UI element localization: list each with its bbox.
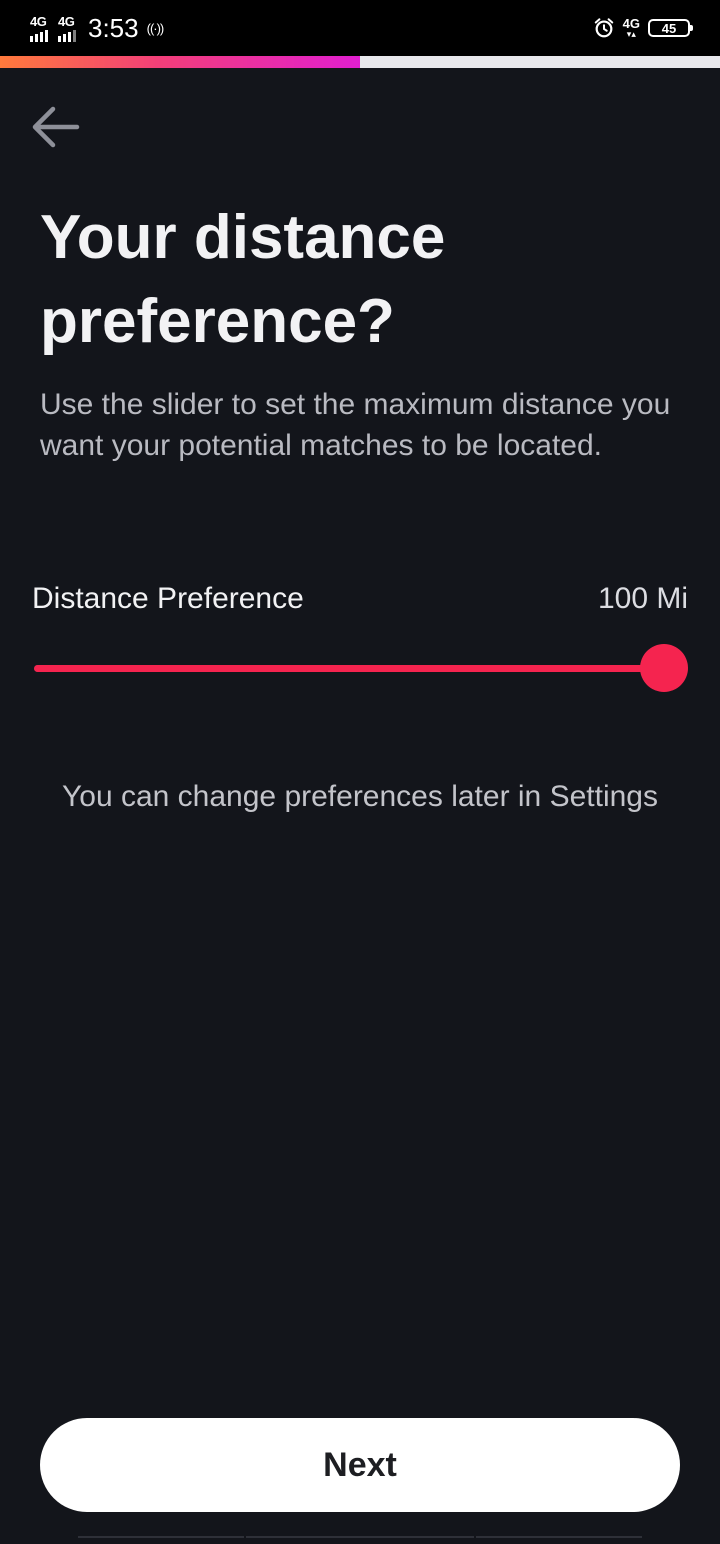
next-button[interactable]: Next <box>40 1418 680 1512</box>
keyboard-hint-divider <box>246 1536 474 1538</box>
network-type-1: 4G <box>30 13 47 29</box>
keyboard-hint-divider <box>476 1536 642 1538</box>
status-bar-left: 4G 4G 3:53 ((·)) <box>30 8 165 48</box>
signal-icon: 4G <box>58 15 76 42</box>
distance-slider[interactable] <box>34 644 688 692</box>
page-subtitle: Use the slider to set the maximum distan… <box>40 388 671 462</box>
signal-icon: 4G <box>30 15 48 42</box>
status-bar-right: 4G ▾▴ 45 <box>593 8 693 48</box>
data-arrows: ▾▴ <box>626 28 636 39</box>
hotspot-icon: ((·)) <box>146 20 165 36</box>
battery-level: 45 <box>661 20 677 36</box>
slider-value: 100 Mi <box>597 582 688 615</box>
alarm-icon <box>594 18 613 38</box>
onboarding-progress-bar <box>0 56 720 68</box>
progress-bar-fill <box>0 56 360 68</box>
page-title: Your distance preference? <box>40 203 446 356</box>
network-type-2: 4G <box>58 13 75 29</box>
status-time: 3:53 <box>88 12 139 43</box>
slider-thumb[interactable] <box>640 644 688 692</box>
settings-note: You can change preferences later in Sett… <box>62 780 658 813</box>
status-bar: 4G 4G 3:53 ((·)) 4G ▾▴ 45 <box>0 0 720 56</box>
mobile-data-icon: 4G ▾▴ <box>623 17 640 39</box>
distance-preference-screen: Your distance preference? Use the slider… <box>0 68 720 1544</box>
back-button[interactable] <box>26 98 84 156</box>
slider-fill <box>34 665 664 672</box>
keyboard-hint-divider <box>78 1536 244 1538</box>
battery-icon: 45 <box>648 19 693 37</box>
arrow-left-icon <box>32 106 80 148</box>
slider-label: Distance Preference <box>32 582 304 615</box>
